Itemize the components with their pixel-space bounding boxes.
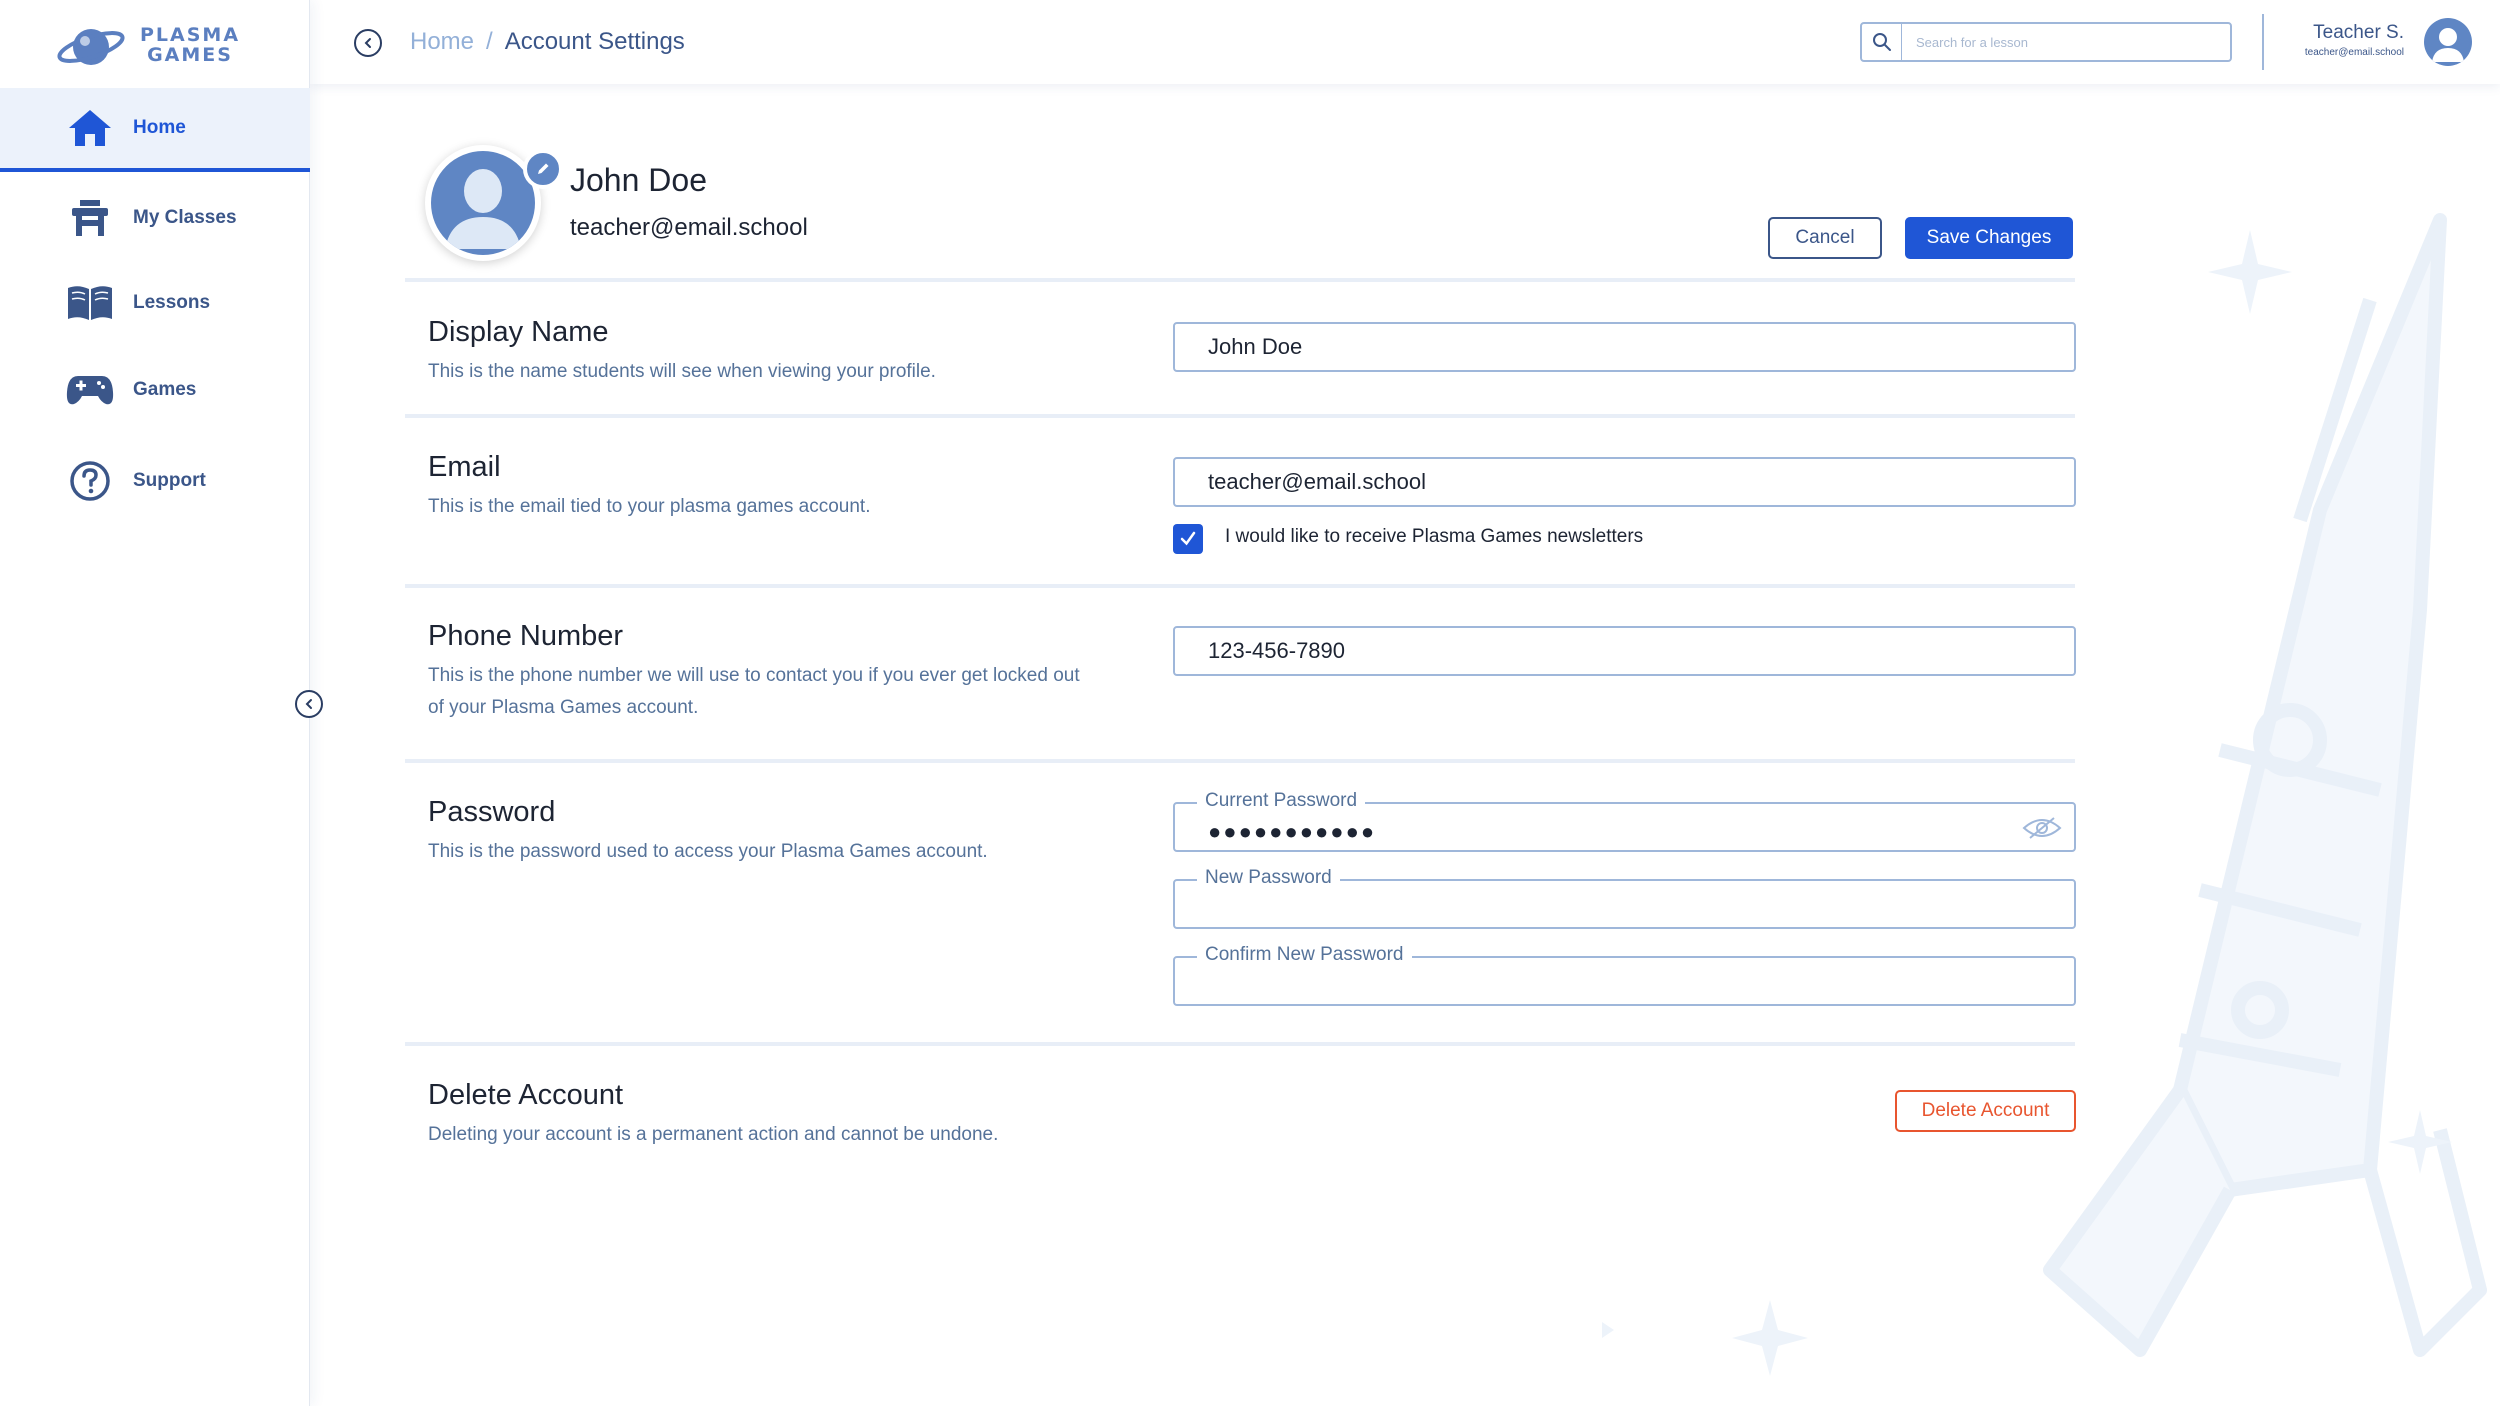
- phone-description: This is the phone number we will use to …: [428, 665, 1080, 718]
- gamepad-icon: [66, 368, 114, 412]
- search-box: [1860, 22, 2232, 62]
- classroom-desk-icon: [66, 196, 114, 240]
- section-divider: [405, 278, 2075, 282]
- home-icon: [66, 106, 114, 150]
- profile-email: teacher@email.school: [570, 214, 808, 241]
- section-divider: [405, 1042, 2075, 1046]
- back-button[interactable]: [354, 29, 382, 57]
- display-name-title: Display Name: [428, 316, 609, 348]
- delete-account-title: Delete Account: [428, 1079, 624, 1111]
- confirm-password-label: Confirm New Password: [1197, 944, 1412, 966]
- profile-avatar[interactable]: [425, 145, 563, 261]
- sidebar-item-lessons[interactable]: Lessons: [0, 261, 310, 345]
- sidebar-item-my-classes[interactable]: My Classes: [0, 176, 310, 260]
- top-header: Home / Account Settings Teacher S. teach…: [310, 0, 2500, 84]
- chevron-left-icon: [305, 699, 312, 709]
- display-name-field: [1173, 322, 2076, 372]
- sidebar-item-label: My Classes: [133, 207, 237, 228]
- search-input[interactable]: [1902, 34, 2222, 50]
- breadcrumb-current: Account Settings: [504, 28, 685, 55]
- phone-title: Phone Number: [428, 620, 624, 652]
- email-input[interactable]: [1175, 459, 2074, 505]
- phone-field: [1173, 626, 2076, 676]
- sidebar-collapse-button[interactable]: [295, 690, 323, 718]
- brand-line2: GAMES: [147, 44, 233, 66]
- help-icon: [66, 459, 114, 503]
- confirm-password-field: Confirm New Password: [1173, 944, 2076, 1006]
- section-divider: [405, 584, 2075, 588]
- email-field: [1173, 457, 2076, 507]
- password-description: This is the password used to access your…: [428, 841, 988, 862]
- planet-logo-icon: [57, 29, 125, 65]
- user-silhouette-icon: [445, 169, 521, 249]
- sidebar-item-support[interactable]: Support: [0, 439, 310, 523]
- chevron-left-icon: [364, 38, 371, 48]
- user-avatar[interactable]: [2424, 18, 2472, 66]
- phone-input[interactable]: [1175, 628, 2074, 674]
- section-divider: [405, 759, 2075, 763]
- breadcrumb: Home / Account Settings: [410, 28, 685, 56]
- breadcrumb-separator: /: [486, 28, 493, 55]
- sidebar-item-label: Home: [133, 117, 186, 138]
- sidebar-item-label: Games: [133, 379, 197, 400]
- eye-slash-icon[interactable]: [2022, 816, 2062, 840]
- password-title: Password: [428, 796, 556, 828]
- sidebar-item-home[interactable]: Home: [0, 88, 310, 172]
- new-password-field: New Password: [1173, 867, 2076, 929]
- header-divider: [2262, 14, 2264, 70]
- email-description: This is the email tied to your plasma ga…: [428, 496, 871, 517]
- user-silhouette-icon: [2432, 28, 2464, 62]
- current-password-label: Current Password: [1197, 790, 1366, 812]
- display-name-input[interactable]: [1175, 324, 2074, 370]
- user-email: teacher@email.school: [2304, 47, 2404, 58]
- rocket-background-illustration: [1602, 213, 2487, 1376]
- save-changes-button[interactable]: Save Changes: [1905, 217, 2073, 259]
- newsletter-label[interactable]: I would like to receive Plasma Games new…: [1225, 526, 1643, 548]
- plasma-games-logo[interactable]: PLASMA GAMES: [56, 20, 246, 70]
- brand-line1: PLASMA: [140, 24, 241, 46]
- book-icon: [66, 281, 114, 325]
- checkmark-icon: [1180, 531, 1196, 546]
- email-title: Email: [428, 451, 501, 483]
- display-name-description: This is the name students will see when …: [428, 361, 936, 382]
- delete-account-button[interactable]: Delete Account: [1895, 1090, 2076, 1132]
- pencil-icon: [538, 163, 549, 174]
- newsletter-checkbox[interactable]: [1173, 524, 1203, 554]
- user-name: Teacher S.: [2313, 22, 2404, 43]
- new-password-label: New Password: [1197, 867, 1340, 889]
- sidebar-item-label: Lessons: [133, 292, 211, 313]
- cancel-button[interactable]: Cancel: [1768, 217, 1882, 259]
- current-password-field: Current Password: [1173, 790, 2076, 852]
- sidebar-item-games[interactable]: Games: [0, 348, 310, 432]
- search-icon[interactable]: [1862, 24, 1902, 60]
- sidebar-item-label: Support: [133, 470, 206, 491]
- delete-account-description: Deleting your account is a permanent act…: [428, 1124, 999, 1145]
- breadcrumb-home-link[interactable]: Home: [410, 28, 474, 56]
- profile-name: John Doe: [570, 162, 707, 198]
- sidebar: PLASMA GAMES Home My Classes Lessons Gam…: [0, 0, 310, 1406]
- section-divider: [405, 414, 2075, 418]
- edit-avatar-button[interactable]: [523, 149, 563, 189]
